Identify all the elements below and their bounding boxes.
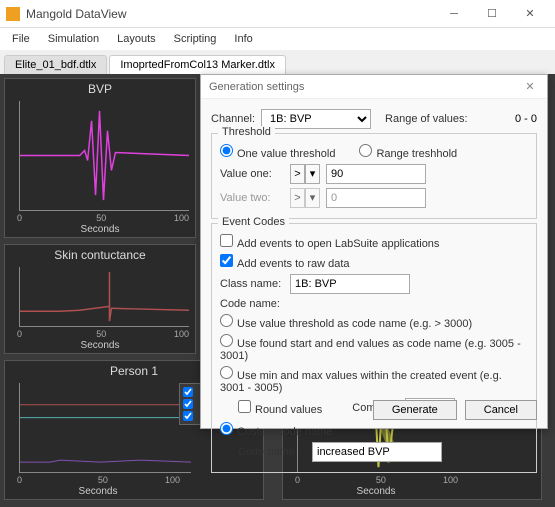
- value-two-input: [326, 188, 426, 208]
- classname-label: Class name:: [220, 278, 284, 290]
- radio-use-threshold-input[interactable]: [220, 314, 233, 327]
- event-codes-legend: Event Codes: [218, 216, 289, 228]
- classname-input[interactable]: [290, 274, 410, 294]
- tick: 100: [174, 329, 189, 339]
- value-one-input[interactable]: [326, 164, 426, 184]
- dialog-footer: Generate Cancel: [373, 400, 537, 420]
- skin-wave-icon: [20, 267, 189, 326]
- radio-range-threshold[interactable]: Range treshhold: [359, 144, 457, 160]
- radio-one-threshold[interactable]: One value threshold: [220, 144, 335, 160]
- tab-imported[interactable]: ImoprtedFromCol13 Marker.dtlx: [109, 55, 286, 74]
- radio-custom-codename-input[interactable]: [220, 422, 233, 435]
- chart-bvp-title: BVP: [5, 79, 195, 99]
- bvp-wave-icon: [20, 101, 189, 210]
- tick: 100: [165, 475, 180, 485]
- menu-scripting[interactable]: Scripting: [166, 31, 225, 47]
- radio-use-minmax[interactable]: Use min and max values within the create…: [220, 366, 528, 394]
- tick: 50: [96, 213, 106, 223]
- checkbox-add-raw[interactable]: Add events to raw data: [220, 254, 350, 270]
- radio-use-threshold[interactable]: Use value threshold as code name (e.g. >…: [220, 314, 472, 330]
- checkbox-add-open[interactable]: Add events to open LabSuite applications: [220, 234, 439, 250]
- titlebar: Mangold DataView ─ ☐ ✕: [0, 0, 555, 28]
- dialog-title: Generation settings: [209, 81, 304, 93]
- generation-settings-dialog: Generation settings ✕ Channel: 1B: BVP R…: [200, 74, 548, 429]
- checkbox-round-input[interactable]: [238, 400, 251, 413]
- workspace: BVP 0 50 100 Seconds Skin contuctance 0 …: [0, 74, 555, 507]
- chart-skin-xlabel: Seconds: [5, 340, 195, 351]
- radio-use-minmax-input[interactable]: [220, 366, 233, 379]
- threshold-group: Threshold One value threshold Range tres…: [211, 133, 537, 219]
- tabbar: Elite_01_bdf.dtlx ImoprtedFromCol13 Mark…: [0, 50, 555, 74]
- app-logo: [6, 7, 20, 21]
- range-label: Range of values:: [385, 113, 468, 125]
- chevron-down-icon: ▾: [305, 189, 319, 207]
- checkbox-round[interactable]: Round values: [238, 400, 322, 416]
- radio-range-threshold-input[interactable]: [359, 144, 372, 157]
- value-two-op: >▾: [290, 188, 320, 208]
- value-one-label: Value one:: [220, 168, 284, 180]
- chart-person1-axes: [19, 383, 191, 473]
- minimize-button[interactable]: ─: [435, 0, 473, 28]
- radio-use-found-input[interactable]: [220, 334, 233, 347]
- codename-label: Code name:: [220, 298, 280, 310]
- menu-info[interactable]: Info: [226, 31, 260, 47]
- chart-bvp-xlabel: Seconds: [5, 224, 195, 235]
- chart-skin: Skin contuctance 0 50 100 Seconds: [4, 244, 196, 354]
- tick: 50: [96, 329, 106, 339]
- chart-bvp-axes: [19, 101, 189, 211]
- chart-skin-title: Skin contuctance: [5, 245, 195, 265]
- dialog-body: Channel: 1B: BVP Range of values: 0 - 0 …: [201, 99, 547, 483]
- close-button[interactable]: ✕: [511, 0, 549, 28]
- codename2-label: Code name:: [238, 446, 306, 458]
- maximize-button[interactable]: ☐: [473, 0, 511, 28]
- person1-wave-icon: [20, 383, 191, 472]
- value-two-label: Value two:: [220, 192, 284, 204]
- legend-checkbox[interactable]: [183, 399, 193, 409]
- event-codes-group: Event Codes Add events to open LabSuite …: [211, 223, 537, 473]
- radio-one-threshold-input[interactable]: [220, 144, 233, 157]
- tick: 0: [17, 475, 22, 485]
- menu-file[interactable]: File: [4, 31, 38, 47]
- value-one-op[interactable]: >▾: [290, 164, 320, 184]
- chevron-down-icon[interactable]: ▾: [305, 165, 319, 183]
- checkbox-add-open-input[interactable]: [220, 234, 233, 247]
- dialog-titlebar: Generation settings ✕: [201, 75, 547, 99]
- channel-label: Channel:: [211, 113, 255, 125]
- op-gt-icon: >: [291, 189, 305, 207]
- tick: 100: [174, 213, 189, 223]
- channel-select[interactable]: 1B: BVP: [261, 109, 371, 129]
- generate-button[interactable]: Generate: [373, 400, 457, 420]
- tab-elite[interactable]: Elite_01_bdf.dtlx: [4, 55, 107, 74]
- checkbox-add-raw-input[interactable]: [220, 254, 233, 267]
- menu-simulation[interactable]: Simulation: [40, 31, 107, 47]
- op-gt-icon[interactable]: >: [291, 165, 305, 183]
- dialog-close-button[interactable]: ✕: [521, 78, 539, 96]
- radio-use-found[interactable]: Use found start and end values as code n…: [220, 334, 528, 362]
- codename2-input[interactable]: [312, 442, 442, 462]
- tick: 0: [17, 329, 22, 339]
- threshold-legend: Threshold: [218, 126, 275, 138]
- window-title: Mangold DataView: [26, 7, 435, 21]
- legend-checkbox[interactable]: [183, 411, 193, 421]
- chart-bvp: BVP 0 50 100 Seconds: [4, 78, 196, 238]
- menu-layouts[interactable]: Layouts: [109, 31, 164, 47]
- chart-person1-xlabel: Seconds: [5, 486, 191, 497]
- radio-custom-codename[interactable]: Custom code name: [220, 422, 332, 438]
- cancel-button[interactable]: Cancel: [465, 400, 537, 420]
- chart-skin-axes: [19, 267, 189, 327]
- chart-right-xlabel: Seconds: [283, 486, 469, 497]
- menubar: File Simulation Layouts Scripting Info: [0, 28, 555, 50]
- legend-checkbox[interactable]: [183, 387, 193, 397]
- tick: 0: [17, 213, 22, 223]
- range-value: 0 - 0: [515, 113, 537, 125]
- tick: 50: [98, 475, 108, 485]
